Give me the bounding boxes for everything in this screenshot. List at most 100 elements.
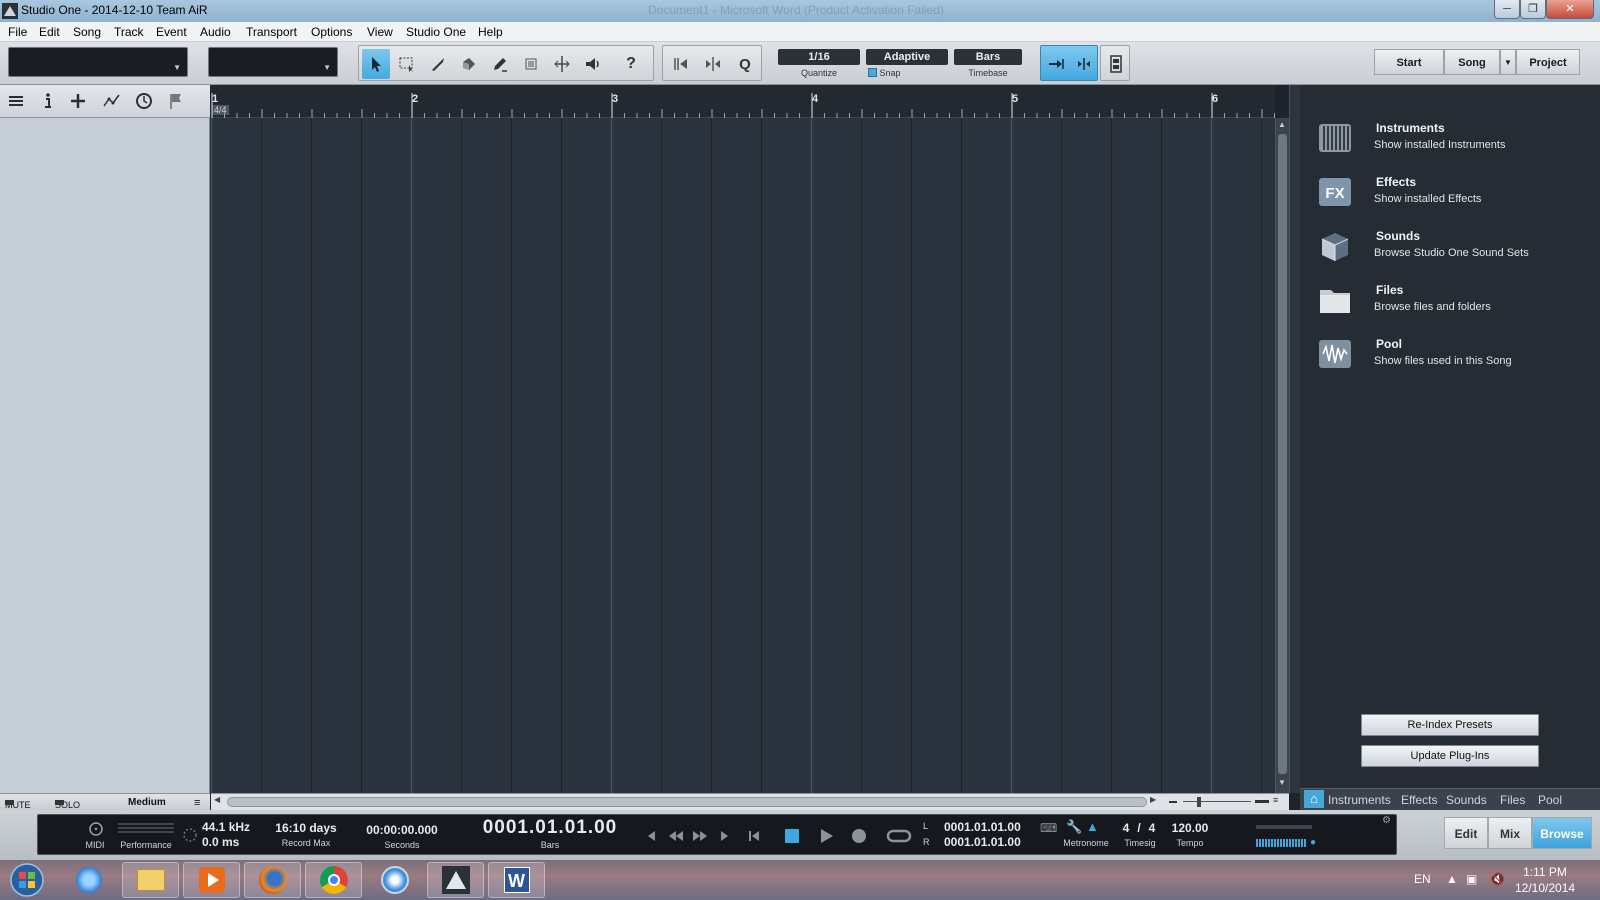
browser-effects[interactable]: FX Effects Show installed Effects <box>1318 170 1588 214</box>
global-tracks-button[interactable] <box>132 90 156 112</box>
language-indicator[interactable]: EN <box>1414 872 1431 886</box>
browser-instruments[interactable]: Instruments Show installed Instruments <box>1318 116 1588 160</box>
timesig-denominator[interactable]: 4 <box>1146 821 1158 835</box>
snap-to-start-button[interactable] <box>667 49 695 79</box>
zoom-options-icon[interactable]: ≡ <box>1273 795 1278 805</box>
arrange-view[interactable] <box>211 118 1275 793</box>
menu-options[interactable]: Options <box>311 25 352 39</box>
browse-view-button[interactable]: Browse <box>1532 817 1592 849</box>
scroll-up-icon[interactable]: ▲ <box>1278 120 1286 129</box>
help-button[interactable]: ? <box>617 49 645 79</box>
browser-sounds[interactable]: Sounds Browse Studio One Sound Sets <box>1318 224 1588 268</box>
zoom-out-icon[interactable] <box>1169 801 1177 803</box>
autoscroll-button[interactable] <box>1042 49 1070 79</box>
scroll-left-icon[interactable]: ◀ <box>214 795 220 804</box>
update-plugins-button[interactable]: Update Plug-Ins <box>1361 745 1539 767</box>
menu-event[interactable]: Event <box>156 25 187 39</box>
project-page-button[interactable]: Project <box>1516 49 1580 75</box>
menu-audio[interactable]: Audio <box>200 25 231 39</box>
menu-transport[interactable]: Transport <box>246 25 297 39</box>
bars-display[interactable]: 0001.01.01.00 <box>474 817 626 839</box>
taskbar-chrome[interactable] <box>305 862 362 898</box>
scroll-thumb[interactable] <box>1278 134 1287 774</box>
maximize-button[interactable]: ❐ <box>1520 0 1546 19</box>
automation-button[interactable] <box>100 90 124 112</box>
vertical-scrollbar[interactable]: ▲ ▼ <box>1275 118 1289 793</box>
marker-track-button[interactable] <box>164 90 188 112</box>
edit-view-button[interactable]: Edit <box>1444 817 1488 849</box>
play-button[interactable] <box>815 825 837 847</box>
return-to-zero-button[interactable] <box>743 825 765 847</box>
rewind-to-start-button[interactable] <box>641 825 663 847</box>
menu-edit[interactable]: Edit <box>39 25 60 39</box>
instrument-dropdown[interactable]: ▼ <box>208 47 338 77</box>
bend-tool[interactable] <box>548 49 576 79</box>
eraser-tool[interactable] <box>455 49 483 79</box>
taskbar-explorer[interactable] <box>122 862 179 898</box>
step-forward-button[interactable] <box>713 825 735 847</box>
horizontal-scrollbar[interactable]: ◀ ▶ ≡ <box>211 793 1289 810</box>
taskbar-media-player[interactable] <box>183 862 240 898</box>
minimize-button[interactable]: ─ <box>1494 0 1520 19</box>
close-button[interactable]: ✕ <box>1546 0 1594 19</box>
browser-pool[interactable]: Pool Show files used in this Song <box>1318 332 1588 376</box>
taskbar-internet-explorer[interactable] <box>60 862 117 898</box>
track-height-select[interactable]: Medium <box>128 797 166 808</box>
listen-tool[interactable] <box>579 49 607 79</box>
tab-sounds[interactable]: Sounds <box>1446 793 1487 807</box>
snap-value[interactable]: Adaptive <box>866 49 948 65</box>
menu-track[interactable]: Track <box>114 25 144 39</box>
menu-file[interactable]: File <box>8 25 27 39</box>
add-track-button[interactable] <box>66 90 90 112</box>
taskbar-word[interactable]: W <box>488 862 545 898</box>
metronome-icon[interactable]: ▲ <box>1086 819 1099 834</box>
tab-instruments[interactable]: Instruments <box>1328 793 1391 807</box>
loop-start[interactable]: 0001.01.01.00 <box>944 820 1021 834</box>
song-page-button[interactable]: Song <box>1444 49 1500 75</box>
menu-studio-one[interactable]: Studio One <box>406 25 466 39</box>
track-list-button[interactable] <box>4 90 28 112</box>
start-menu-button[interactable] <box>2 862 52 898</box>
menu-lines-icon[interactable]: ≡ <box>194 797 200 809</box>
zoom-slider[interactable] <box>1169 797 1269 807</box>
tempo-value[interactable]: 120.00 <box>1168 821 1212 835</box>
menu-help[interactable]: Help <box>478 25 503 39</box>
inspector-button[interactable] <box>36 90 60 112</box>
wrench-icon[interactable]: 🔧 <box>1066 819 1082 835</box>
track-list[interactable] <box>0 85 210 793</box>
quantize-value[interactable]: 1/16 <box>778 49 860 65</box>
range-tool[interactable] <box>393 49 421 79</box>
browser-files[interactable]: Files Browse files and folders <box>1318 278 1588 322</box>
taskbar-safari[interactable] <box>366 862 423 898</box>
reindex-presets-button[interactable]: Re-Index Presets <box>1361 714 1539 736</box>
song-page-dropdown[interactable]: ▼ <box>1500 49 1516 75</box>
record-button[interactable] <box>848 825 870 847</box>
timesig-numerator[interactable]: 4 <box>1120 821 1132 835</box>
track-preset-dropdown[interactable]: ▼ <box>8 47 188 77</box>
seconds-display[interactable]: 00:00:00.000 <box>360 823 444 837</box>
loop-button[interactable] <box>884 825 914 847</box>
timebase-value[interactable]: Bars <box>954 49 1022 65</box>
show-hidden-icons[interactable]: ▲ <box>1446 872 1458 886</box>
arrow-tool[interactable] <box>362 49 390 79</box>
split-tool[interactable] <box>424 49 452 79</box>
scroll-right-icon[interactable]: ▶ <box>1150 795 1156 804</box>
taskbar-studio-one[interactable] <box>427 862 484 898</box>
home-tab[interactable]: ⌂ <box>1304 790 1324 808</box>
system-clock[interactable]: 1:11 PM 12/10/2014 <box>1515 864 1575 896</box>
punch-icon[interactable]: ⌨ <box>1040 821 1057 835</box>
snap-checkbox-wrap[interactable]: Snap <box>866 68 926 78</box>
menu-view[interactable]: View <box>367 25 393 39</box>
tab-files[interactable]: Files <box>1500 793 1525 807</box>
quantize-button[interactable]: Q <box>731 49 759 79</box>
menu-song[interactable]: Song <box>73 25 101 39</box>
tab-effects[interactable]: Effects <box>1401 793 1437 807</box>
volume-muted-icon[interactable]: 🔇 <box>1490 872 1505 886</box>
forward-button[interactable] <box>689 825 711 847</box>
network-icon[interactable]: ▣ <box>1466 872 1477 886</box>
transport-settings-icon[interactable]: ⚙ <box>1382 815 1391 826</box>
scroll-thumb[interactable] <box>227 797 1147 807</box>
panel-splitter[interactable] <box>1289 85 1300 793</box>
mute-tool[interactable] <box>517 49 545 79</box>
paint-tool[interactable] <box>486 49 514 79</box>
